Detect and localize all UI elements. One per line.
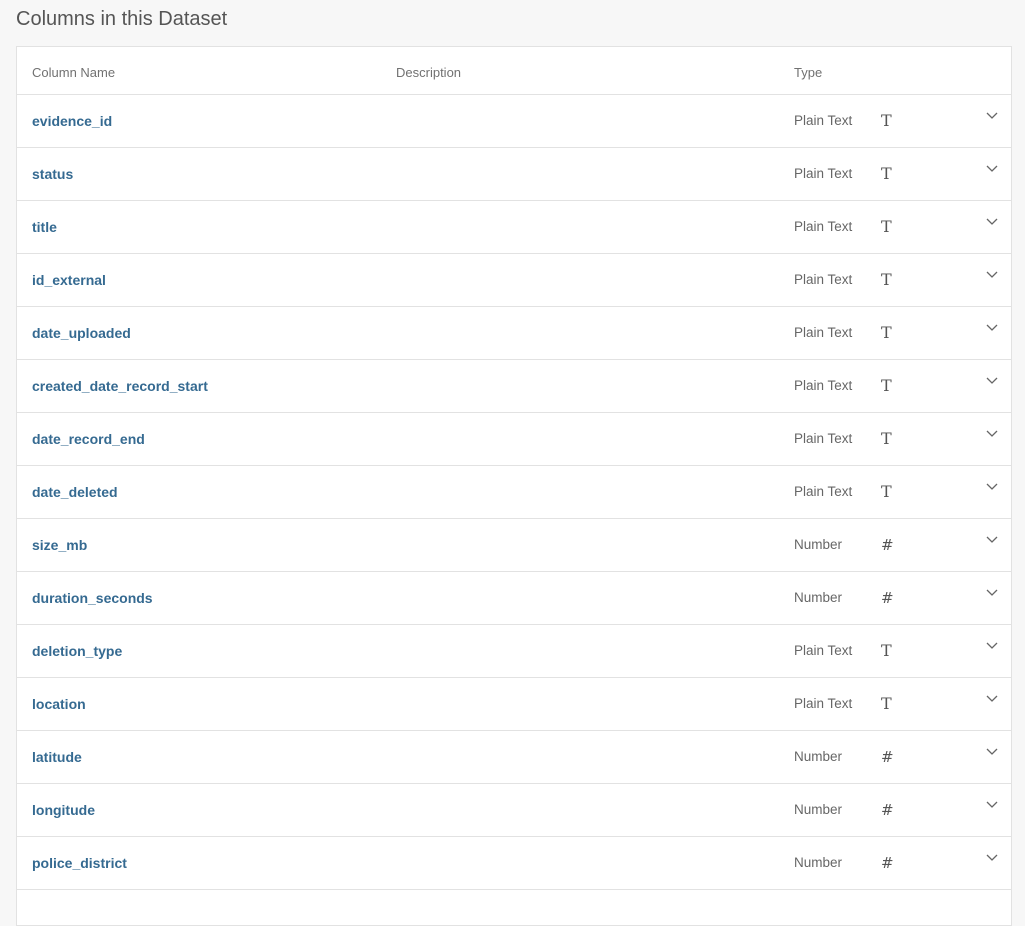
column-type: Plain Text (794, 219, 853, 234)
number-type-icon: # (881, 536, 894, 554)
column-name[interactable]: date_uploaded (32, 325, 131, 341)
column-name[interactable]: duration_seconds (32, 590, 153, 606)
chevron-down-icon[interactable] (985, 851, 999, 865)
plain-text-type-icon: T (881, 376, 892, 395)
plain-text-type-icon: T (881, 429, 892, 448)
section-title: Columns in this Dataset (16, 8, 228, 30)
column-name[interactable]: date_record_end (32, 431, 145, 447)
chevron-down-icon[interactable] (985, 427, 999, 441)
chevron-down-icon[interactable] (985, 374, 999, 388)
column-type: Plain Text (794, 325, 853, 340)
column-name[interactable]: id_external (32, 272, 106, 288)
table-row[interactable]: size_mb Number # (17, 519, 1011, 572)
chevron-down-icon[interactable] (985, 639, 999, 653)
chevron-down-icon[interactable] (985, 586, 999, 600)
chevron-down-icon[interactable] (985, 692, 999, 706)
table-row[interactable]: latitude Number # (17, 731, 1011, 784)
column-type: Number (794, 537, 843, 552)
column-type: Number (794, 855, 843, 870)
table-row[interactable]: title Plain Text T (17, 201, 1011, 254)
header-column-name: Column Name (32, 65, 116, 80)
column-name[interactable]: deletion_type (32, 643, 122, 659)
table-row[interactable]: date_deleted Plain Text T (17, 466, 1011, 519)
chevron-down-icon[interactable] (985, 480, 999, 494)
column-type: Plain Text (794, 166, 853, 181)
column-type: Number (794, 749, 843, 764)
column-type: Plain Text (794, 431, 853, 446)
column-type: Plain Text (794, 272, 853, 287)
number-type-icon: # (881, 748, 894, 766)
column-type: Plain Text (794, 378, 853, 393)
plain-text-type-icon: T (881, 111, 892, 130)
plain-text-type-icon: T (881, 270, 892, 289)
chevron-down-icon[interactable] (985, 268, 999, 282)
chevron-down-icon[interactable] (985, 745, 999, 759)
number-type-icon: # (881, 589, 894, 607)
table-row[interactable]: duration_seconds Number # (17, 572, 1011, 625)
number-type-icon: # (881, 854, 894, 872)
chevron-down-icon[interactable] (985, 321, 999, 335)
chevron-down-icon[interactable] (985, 162, 999, 176)
table-body: evidence_id Plain Text Tstatus Plain Text Tt… (17, 95, 1011, 890)
column-name[interactable]: latitude (32, 749, 82, 765)
column-name[interactable]: size_mb (32, 537, 87, 553)
table-header: Column Name Description Type (17, 47, 1011, 95)
chevron-down-icon[interactable] (985, 533, 999, 547)
plain-text-type-icon: T (881, 694, 892, 713)
column-name[interactable]: status (32, 166, 73, 182)
columns-table: Column Name Description Type evidence_id… (16, 46, 1012, 926)
plain-text-type-icon: T (881, 482, 892, 501)
number-type-icon: # (881, 801, 894, 819)
table-row[interactable]: date_uploaded Plain Text T (17, 307, 1011, 360)
table-row[interactable]: status Plain Text T (17, 148, 1011, 201)
header-type: Type (794, 65, 823, 80)
plain-text-type-icon: T (881, 217, 892, 236)
table-row[interactable]: evidence_id Plain Text T (17, 95, 1011, 148)
column-type: Plain Text (794, 696, 853, 711)
column-name[interactable]: title (32, 219, 57, 235)
plain-text-type-icon: T (881, 641, 892, 660)
plain-text-type-icon: T (881, 164, 892, 183)
table-row[interactable]: police_district Number # (17, 837, 1011, 890)
column-name[interactable]: created_date_record_start (32, 378, 208, 394)
column-type: Plain Text (794, 643, 853, 658)
column-type: Number (794, 590, 843, 605)
column-name[interactable]: evidence_id (32, 113, 112, 129)
table-row[interactable]: longitude Number # (17, 784, 1011, 837)
column-type: Plain Text (794, 113, 853, 128)
column-name[interactable]: location (32, 696, 86, 712)
table-row[interactable]: id_external Plain Text T (17, 254, 1011, 307)
table-row[interactable]: date_record_end Plain Text T (17, 413, 1011, 466)
chevron-down-icon[interactable] (985, 215, 999, 229)
table-row[interactable]: location Plain Text T (17, 678, 1011, 731)
column-name[interactable]: longitude (32, 802, 95, 818)
column-type: Plain Text (794, 484, 853, 499)
chevron-down-icon[interactable] (985, 109, 999, 123)
column-name[interactable]: date_deleted (32, 484, 118, 500)
table-row[interactable]: deletion_type Plain Text T (17, 625, 1011, 678)
column-type: Number (794, 802, 843, 817)
table-row[interactable]: created_date_record_start Plain Text T (17, 360, 1011, 413)
column-name[interactable]: police_district (32, 855, 127, 871)
header-description: Description (396, 65, 462, 80)
chevron-down-icon[interactable] (985, 798, 999, 812)
plain-text-type-icon: T (881, 323, 892, 342)
